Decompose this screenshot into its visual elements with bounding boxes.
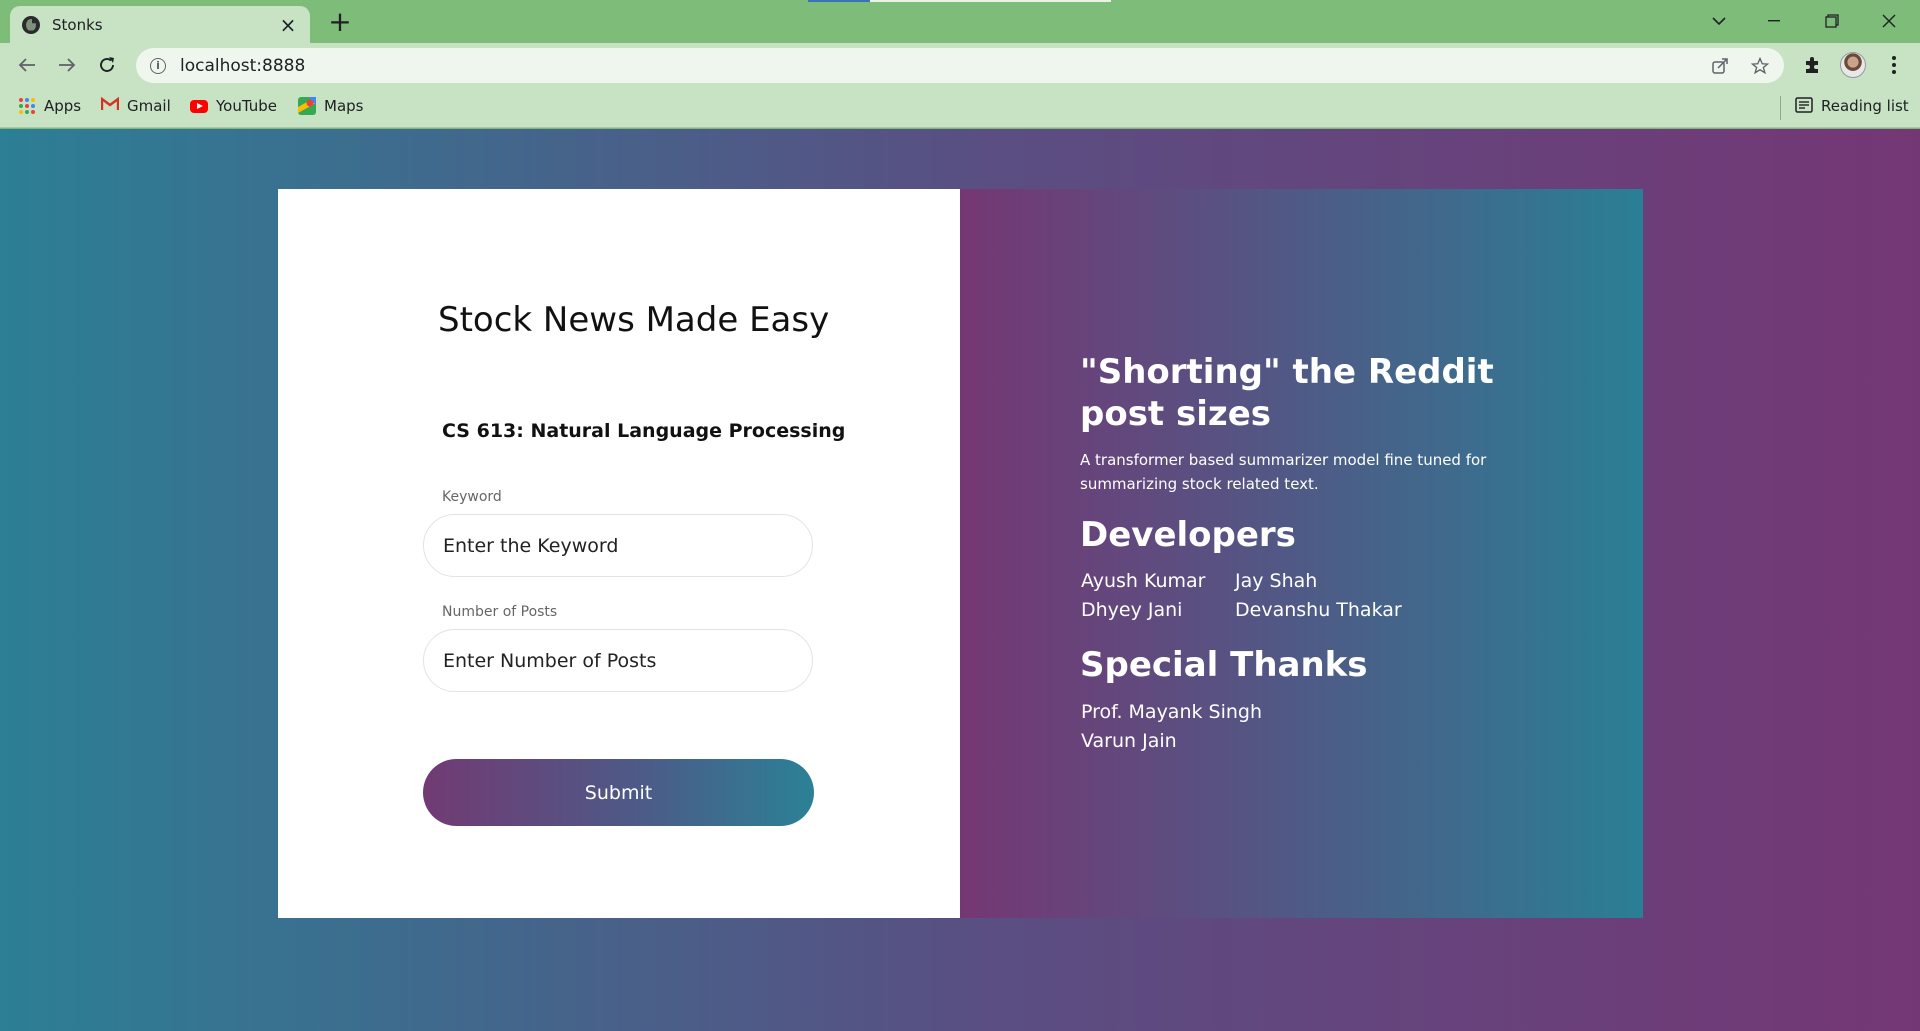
keyword-field[interactable]: [423, 514, 813, 577]
address-bar[interactable]: i localhost:8888: [136, 48, 1784, 83]
bookmark-star-icon[interactable]: [1750, 56, 1770, 76]
form-card: Stock News Made Easy CS 613: Natural Lan…: [278, 189, 960, 918]
share-icon[interactable]: [1710, 56, 1730, 76]
tab-title: Stonks: [52, 15, 103, 34]
reading-list-button[interactable]: Reading list: [1795, 97, 1909, 115]
developer-name: Devanshu Thakar: [1235, 599, 1402, 621]
apps-grid-icon: [18, 97, 36, 115]
posts-field[interactable]: [423, 629, 813, 692]
info-panel: "Shorting" the Reddit post sizes A trans…: [960, 189, 1643, 918]
browser-toolbar: i localhost:8888: [0, 43, 1920, 88]
thanks-name: Prof. Mayank Singh: [1081, 701, 1263, 723]
extensions-puzzle-icon[interactable]: [1798, 51, 1826, 79]
restore-icon[interactable]: [1803, 6, 1861, 36]
thanks-heading: Special Thanks: [1080, 645, 1368, 685]
reload-icon[interactable]: [92, 50, 122, 80]
menu-kebab-icon[interactable]: [1880, 51, 1908, 79]
loading-indicator: [808, 0, 1111, 2]
bookmark-apps[interactable]: Apps: [18, 97, 81, 115]
maps-icon: [298, 97, 316, 115]
browser-tab[interactable]: Stonks ×: [10, 6, 310, 43]
bookmark-label: YouTube: [216, 97, 277, 115]
reading-list-label: Reading list: [1821, 97, 1909, 115]
posts-label: Number of Posts: [442, 604, 558, 620]
course-subtitle: CS 613: Natural Language Processing: [442, 420, 846, 442]
bookmark-label: Maps: [324, 97, 364, 115]
bookmark-label: Apps: [44, 97, 82, 115]
reading-list-icon: [1795, 97, 1813, 115]
forward-arrow-icon[interactable]: [52, 50, 82, 80]
developer-name: Jay Shah: [1235, 570, 1318, 592]
close-window-icon[interactable]: [1860, 6, 1918, 36]
bookmark-maps[interactable]: Maps: [298, 97, 363, 115]
submit-button[interactable]: Submit: [423, 759, 814, 826]
developer-name: Ayush Kumar: [1081, 570, 1206, 592]
tab-search-icon[interactable]: [1690, 6, 1748, 36]
bookmark-gmail[interactable]: Gmail: [100, 96, 171, 115]
back-arrow-icon[interactable]: [12, 50, 42, 80]
developer-name: Dhyey Jani: [1081, 599, 1183, 621]
posts-input[interactable]: [443, 649, 812, 672]
developers-heading: Developers: [1080, 515, 1296, 555]
bookmark-label: Gmail: [127, 97, 171, 115]
separator: [1780, 96, 1781, 120]
close-tab-icon[interactable]: ×: [278, 13, 298, 37]
browser-tabstrip: Stonks × +: [0, 0, 1920, 43]
page-background: Stock News Made Easy CS 613: Natural Lan…: [0, 129, 1920, 1031]
keyword-input[interactable]: [443, 534, 812, 557]
new-tab-icon[interactable]: +: [326, 8, 354, 36]
bookmark-youtube[interactable]: YouTube: [190, 97, 277, 115]
bookmarks-bar: Apps Gmail YouTube Maps Reading list: [0, 88, 1920, 128]
project-heading: "Shorting" the Reddit post sizes: [1080, 352, 1494, 434]
project-description: A transformer based summarizer model fin…: [1080, 451, 1487, 493]
gmail-icon: [100, 96, 120, 115]
url-text: localhost:8888: [180, 55, 306, 76]
page-title: Stock News Made Easy: [438, 300, 830, 340]
profile-avatar[interactable]: [1840, 52, 1866, 78]
keyword-label: Keyword: [442, 489, 502, 505]
thanks-name: Varun Jain: [1081, 730, 1177, 752]
globe-icon: [22, 15, 40, 34]
youtube-icon: [190, 99, 208, 113]
minimize-icon[interactable]: [1745, 6, 1803, 36]
site-info-icon[interactable]: i: [150, 57, 166, 74]
